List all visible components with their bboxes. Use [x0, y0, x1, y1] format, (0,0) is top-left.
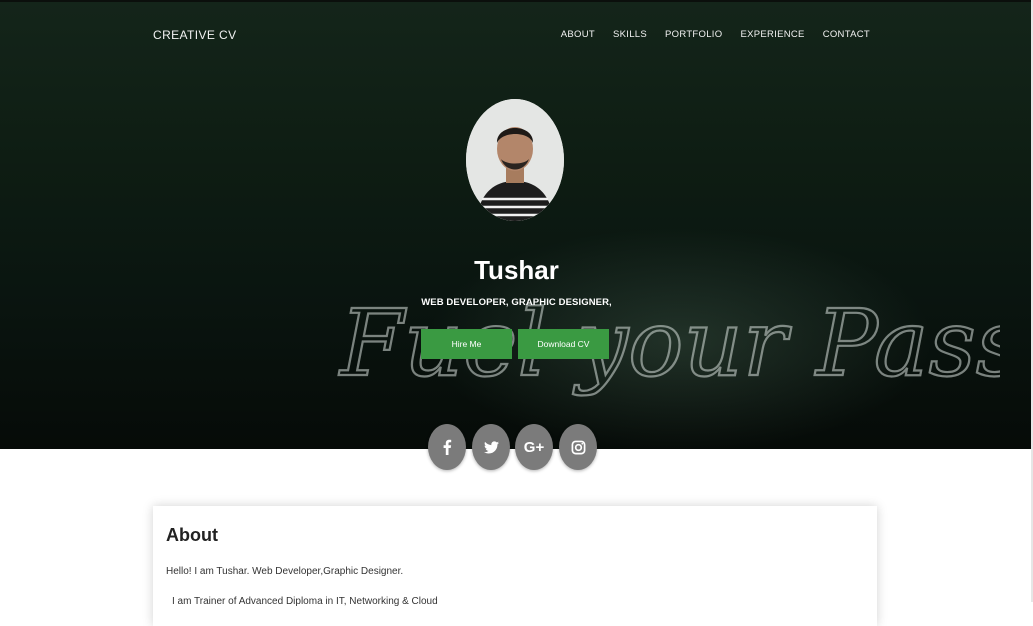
nav-experience[interactable]: EXPERIENCE — [740, 29, 804, 40]
download-cv-button[interactable]: Download CV — [518, 329, 609, 359]
about-text: Hello! I am Tushar. Web Developer,Graphi… — [166, 566, 404, 577]
instagram-icon[interactable] — [559, 424, 597, 470]
main-nav: ABOUT SKILLS PORTFOLIO EXPERIENCE CONTAC… — [561, 29, 870, 40]
about-title: About — [166, 525, 218, 545]
nav-portfolio[interactable]: PORTFOLIO — [665, 29, 722, 40]
nav-about[interactable]: ABOUT — [561, 29, 595, 40]
profile-avatar — [466, 99, 564, 221]
hire-me-button[interactable]: Hire Me — [421, 329, 512, 359]
nav-skills[interactable]: SKILLS — [613, 29, 647, 40]
top-bar — [0, 0, 1033, 2]
profile-name: Tushar — [474, 255, 559, 285]
profile-photo — [466, 99, 564, 221]
facebook-icon[interactable] — [428, 424, 466, 470]
hero-section: Fuel your Passion CREATIVE CV ABOUT SKIL… — [0, 0, 1033, 449]
google-plus-icon[interactable]: G+ — [515, 424, 553, 470]
brand-logo[interactable]: CREATIVE CV — [153, 28, 237, 42]
profile-role: WEB DEVELOPER, GRAPHIC DESIGNER, — [421, 297, 612, 308]
about-card: About Hello! I am Tushar. Web Developer,… — [153, 506, 877, 626]
nav-contact[interactable]: CONTACT — [823, 29, 870, 40]
twitter-icon[interactable] — [472, 424, 510, 470]
